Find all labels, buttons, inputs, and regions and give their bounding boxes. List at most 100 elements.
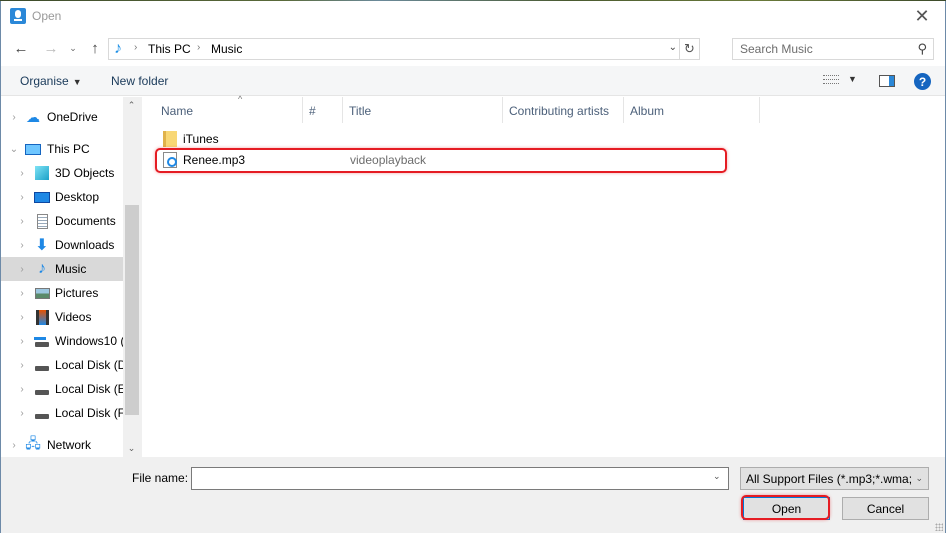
close-button[interactable]: ✕ [899, 1, 945, 32]
scroll-down-icon[interactable]: ⌄ [123, 440, 140, 457]
app-microphone-icon [10, 8, 26, 24]
file-name-input[interactable] [191, 467, 729, 490]
sidebar-item-3d-objects[interactable]: › 3D Objects [1, 161, 123, 185]
organise-menu[interactable]: Organise ▼ [20, 74, 82, 88]
chevron-right-icon[interactable]: › [17, 240, 27, 251]
drive-icon [34, 405, 50, 421]
music-icon: ♪ [38, 260, 46, 277]
chevron-right-icon[interactable]: › [9, 112, 19, 123]
computer-icon [25, 141, 41, 157]
column-header-name[interactable]: ^ Name [155, 94, 303, 123]
chevron-right-icon[interactable]: › [17, 264, 27, 275]
downloads-icon: ⬇ [35, 237, 49, 254]
file-row-renee-mp3[interactable]: Renee.mp3 videoplayback [155, 149, 725, 171]
cancel-button[interactable]: Cancel [842, 497, 929, 520]
sidebar-item-windows10-drive[interactable]: › Windows10 ( [1, 329, 123, 353]
file-row-itunes[interactable]: iTunes [155, 128, 725, 150]
music-note-icon: ♪ [114, 40, 122, 57]
navigation-bar: ← → ⌄ ↑ ♪ › This PC › Music ⌄ ↻ Search M… [1, 32, 945, 66]
network-icon: 🖧 [25, 435, 41, 451]
sidebar-item-label: Downloads [55, 238, 115, 252]
onedrive-cloud-icon: ☁ [26, 108, 40, 125]
resize-grip[interactable] [935, 523, 943, 531]
drive-icon [34, 357, 50, 373]
chevron-right-icon[interactable]: › [9, 440, 19, 451]
file-name-dropdown-icon[interactable]: ⌄ [713, 471, 721, 482]
breadcrumb-separator[interactable]: › [197, 42, 200, 53]
open-file-dialog: Open ✕ ← → ⌄ ↑ ♪ › This PC › Music ⌄ ↻ S… [0, 1, 946, 533]
sidebar-item-local-disk-e[interactable]: › Local Disk (E: [1, 377, 123, 401]
chevron-right-icon[interactable]: › [17, 312, 27, 323]
desktop-icon [34, 189, 50, 205]
chevron-right-icon[interactable]: › [17, 384, 27, 395]
sidebar-item-label: Local Disk (D [55, 358, 123, 372]
sidebar-item-documents[interactable]: › Documents [1, 209, 123, 233]
file-type-select[interactable]: All Support Files (*.mp3;*.wma; ⌄ [740, 467, 929, 490]
up-button[interactable]: ↑ [85, 38, 105, 58]
back-button[interactable]: ← [11, 38, 31, 58]
file-name: Renee.mp3 [183, 153, 246, 167]
sidebar-item-downloads[interactable]: › ⬇ Downloads [1, 233, 123, 257]
recent-locations-button[interactable]: ⌄ [67, 38, 79, 58]
address-bar[interactable]: ♪ › This PC › Music ⌄ ↻ [108, 38, 700, 60]
caret-down-icon: ▼ [72, 77, 82, 87]
search-input[interactable]: Search Music ⚲ [732, 38, 934, 60]
sidebar-item-videos[interactable]: › Videos [1, 305, 123, 329]
sidebar-item-desktop[interactable]: › Desktop [1, 185, 123, 209]
breadcrumb-separator[interactable]: › [134, 42, 137, 53]
chevron-down-icon[interactable]: ⌄ [9, 144, 19, 155]
sidebar-item-network[interactable]: › 🖧 Network [1, 433, 123, 457]
pictures-icon [34, 285, 50, 301]
chevron-right-icon[interactable]: › [17, 360, 27, 371]
scroll-up-icon[interactable]: ⌃ [123, 97, 140, 114]
new-folder-button[interactable]: New folder [111, 74, 168, 88]
chevron-right-icon[interactable]: › [17, 408, 27, 419]
videos-icon [34, 309, 50, 325]
system-drive-icon [34, 333, 50, 349]
file-list: ^ Name # Title Contributing artists Albu… [142, 94, 945, 457]
column-header-album[interactable]: Album [624, 97, 760, 123]
command-bar: Organise ▼ New folder ▼ ? [1, 66, 945, 96]
refresh-button[interactable]: ↻ [679, 39, 699, 59]
address-dropdown-icon[interactable]: ⌄ [669, 42, 677, 53]
chevron-right-icon[interactable]: › [17, 288, 27, 299]
sidebar-item-label: Documents [55, 214, 116, 228]
column-header-number[interactable]: # [303, 97, 343, 123]
sidebar-item-pictures[interactable]: › Pictures [1, 281, 123, 305]
sidebar-item-music[interactable]: › ♪ Music [1, 257, 123, 281]
file-name: iTunes [183, 132, 219, 146]
3d-objects-icon [34, 165, 50, 181]
sidebar-item-local-disk-d[interactable]: › Local Disk (D [1, 353, 123, 377]
open-button[interactable]: Open [743, 497, 830, 520]
chevron-right-icon[interactable]: › [17, 336, 27, 347]
column-header-title[interactable]: Title [343, 97, 503, 123]
sidebar-item-onedrive[interactable]: › ☁ OneDrive [1, 105, 123, 129]
sidebar-item-label: This PC [47, 142, 90, 156]
sidebar-item-label: Local Disk (E: [55, 382, 123, 396]
file-name-label: File name: [132, 471, 189, 485]
view-options-dropdown[interactable]: ▼ [848, 74, 857, 84]
title-bar: Open ✕ [1, 1, 945, 32]
folder-icon [163, 131, 177, 147]
view-details-icon[interactable] [823, 74, 839, 87]
chevron-right-icon[interactable]: › [17, 168, 27, 179]
scrollbar-thumb[interactable] [125, 205, 139, 415]
breadcrumb-this-pc[interactable]: This PC [148, 42, 191, 56]
chevron-right-icon[interactable]: › [17, 192, 27, 203]
preview-pane-icon[interactable] [879, 75, 895, 87]
search-icon[interactable]: ⚲ [917, 41, 927, 57]
chevron-right-icon[interactable]: › [17, 216, 27, 227]
sidebar-item-this-pc[interactable]: ⌄ This PC [1, 137, 123, 161]
column-header-contributing-artists[interactable]: Contributing artists [503, 97, 624, 123]
help-button[interactable]: ? [914, 73, 931, 90]
organise-label: Organise [20, 74, 69, 88]
sidebar-item-local-disk-f[interactable]: › Local Disk (F: [1, 401, 123, 425]
breadcrumb-music[interactable]: Music [211, 42, 242, 56]
documents-icon [34, 213, 50, 229]
mp3-file-icon [163, 152, 177, 168]
chevron-down-icon: ⌄ [915, 473, 923, 483]
sidebar-scrollbar[interactable]: ⌃ ⌄ [123, 97, 140, 457]
forward-button[interactable]: → [41, 38, 61, 58]
navigation-pane: › ☁ OneDrive ⌄ This PC › 3D Objects › De… [1, 97, 140, 457]
sidebar-item-label: Videos [55, 310, 92, 324]
